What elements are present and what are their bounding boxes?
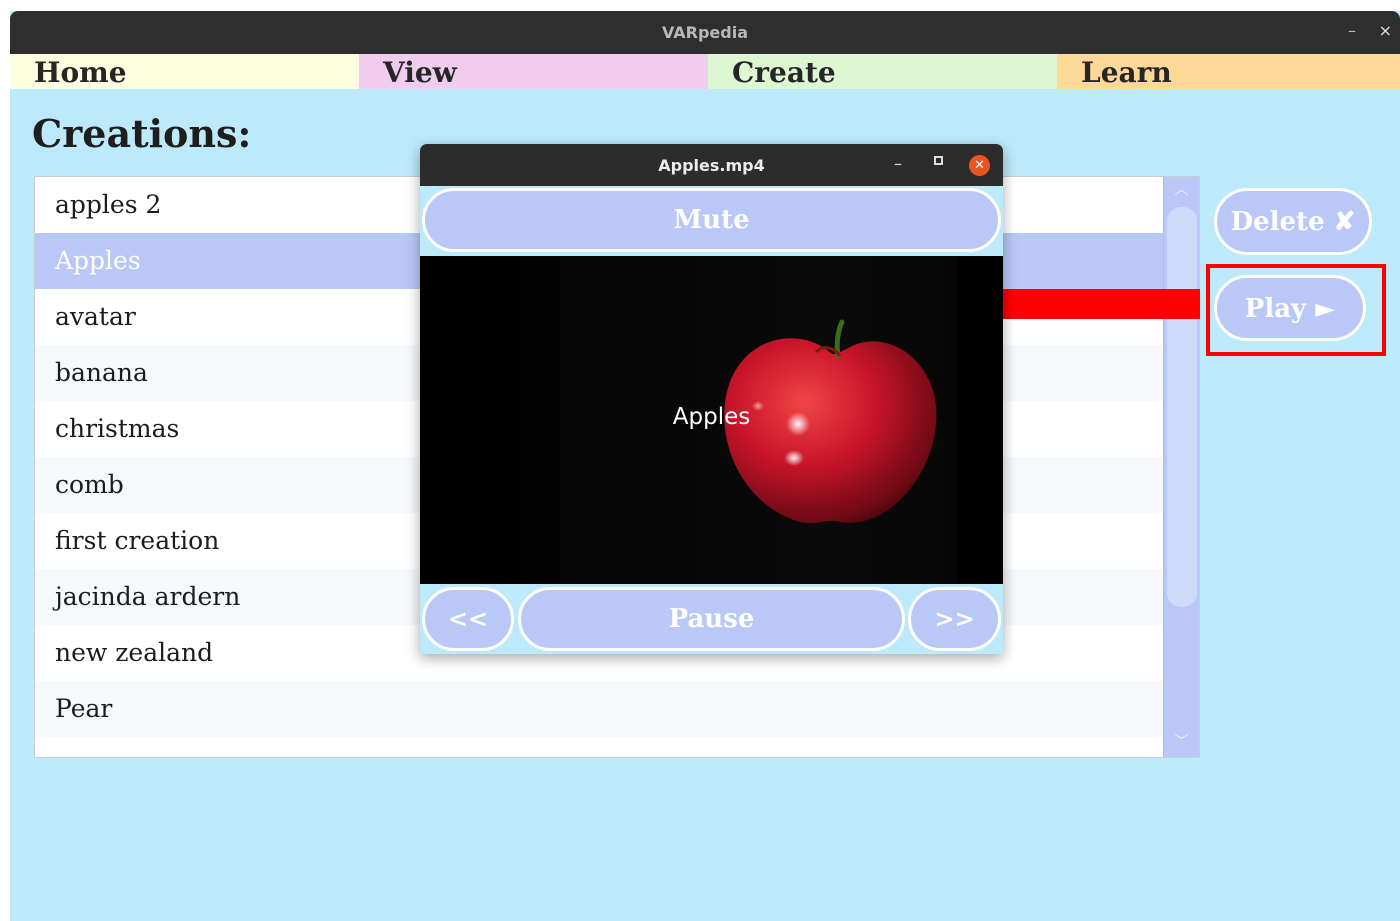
- rewind-button[interactable]: <<: [422, 587, 514, 651]
- play-button-highlight: [1206, 264, 1386, 356]
- player-close-icon[interactable]: ✕: [969, 155, 990, 176]
- pause-button[interactable]: Pause: [518, 587, 905, 651]
- window-title: VARpedia: [661, 23, 749, 42]
- minimize-icon[interactable]: –: [1348, 21, 1356, 40]
- tab-view[interactable]: View: [359, 54, 708, 89]
- tab-create[interactable]: Create: [708, 54, 1057, 89]
- delete-button[interactable]: Delete ✘: [1214, 188, 1372, 255]
- tab-home[interactable]: Home: [10, 54, 359, 89]
- player-minimize-icon[interactable]: –: [894, 154, 902, 173]
- scroll-down-icon[interactable]: ﹀: [1164, 731, 1199, 755]
- scroll-thumb[interactable]: [1167, 207, 1197, 607]
- page-title: Creations:: [32, 111, 252, 156]
- video-player-window: Apples.mp4 – ✕ Mute Apples << Pause >>: [420, 144, 1003, 654]
- close-icon[interactable]: ×: [1379, 21, 1392, 40]
- video-subtitle: Apples: [672, 404, 751, 430]
- tab-learn[interactable]: Learn: [1057, 54, 1400, 89]
- list-item[interactable]: Pear: [35, 681, 1165, 737]
- window-titlebar: VARpedia – ×: [10, 11, 1400, 54]
- video-frame: Apples: [420, 256, 1003, 584]
- player-titlebar: Apples.mp4 – ✕: [420, 144, 1003, 186]
- scroll-up-icon[interactable]: ︿: [1164, 179, 1199, 203]
- player-title: Apples.mp4: [658, 156, 765, 175]
- forward-button[interactable]: >>: [908, 587, 1001, 651]
- mute-button[interactable]: Mute: [422, 188, 1001, 252]
- list-scrollbar[interactable]: ︿ ﹀: [1163, 177, 1199, 757]
- app-window: VARpedia – × Home View Create Learn Crea…: [10, 11, 1400, 921]
- tab-bar: Home View Create Learn: [10, 54, 1400, 89]
- player-maximize-icon[interactable]: [934, 156, 943, 165]
